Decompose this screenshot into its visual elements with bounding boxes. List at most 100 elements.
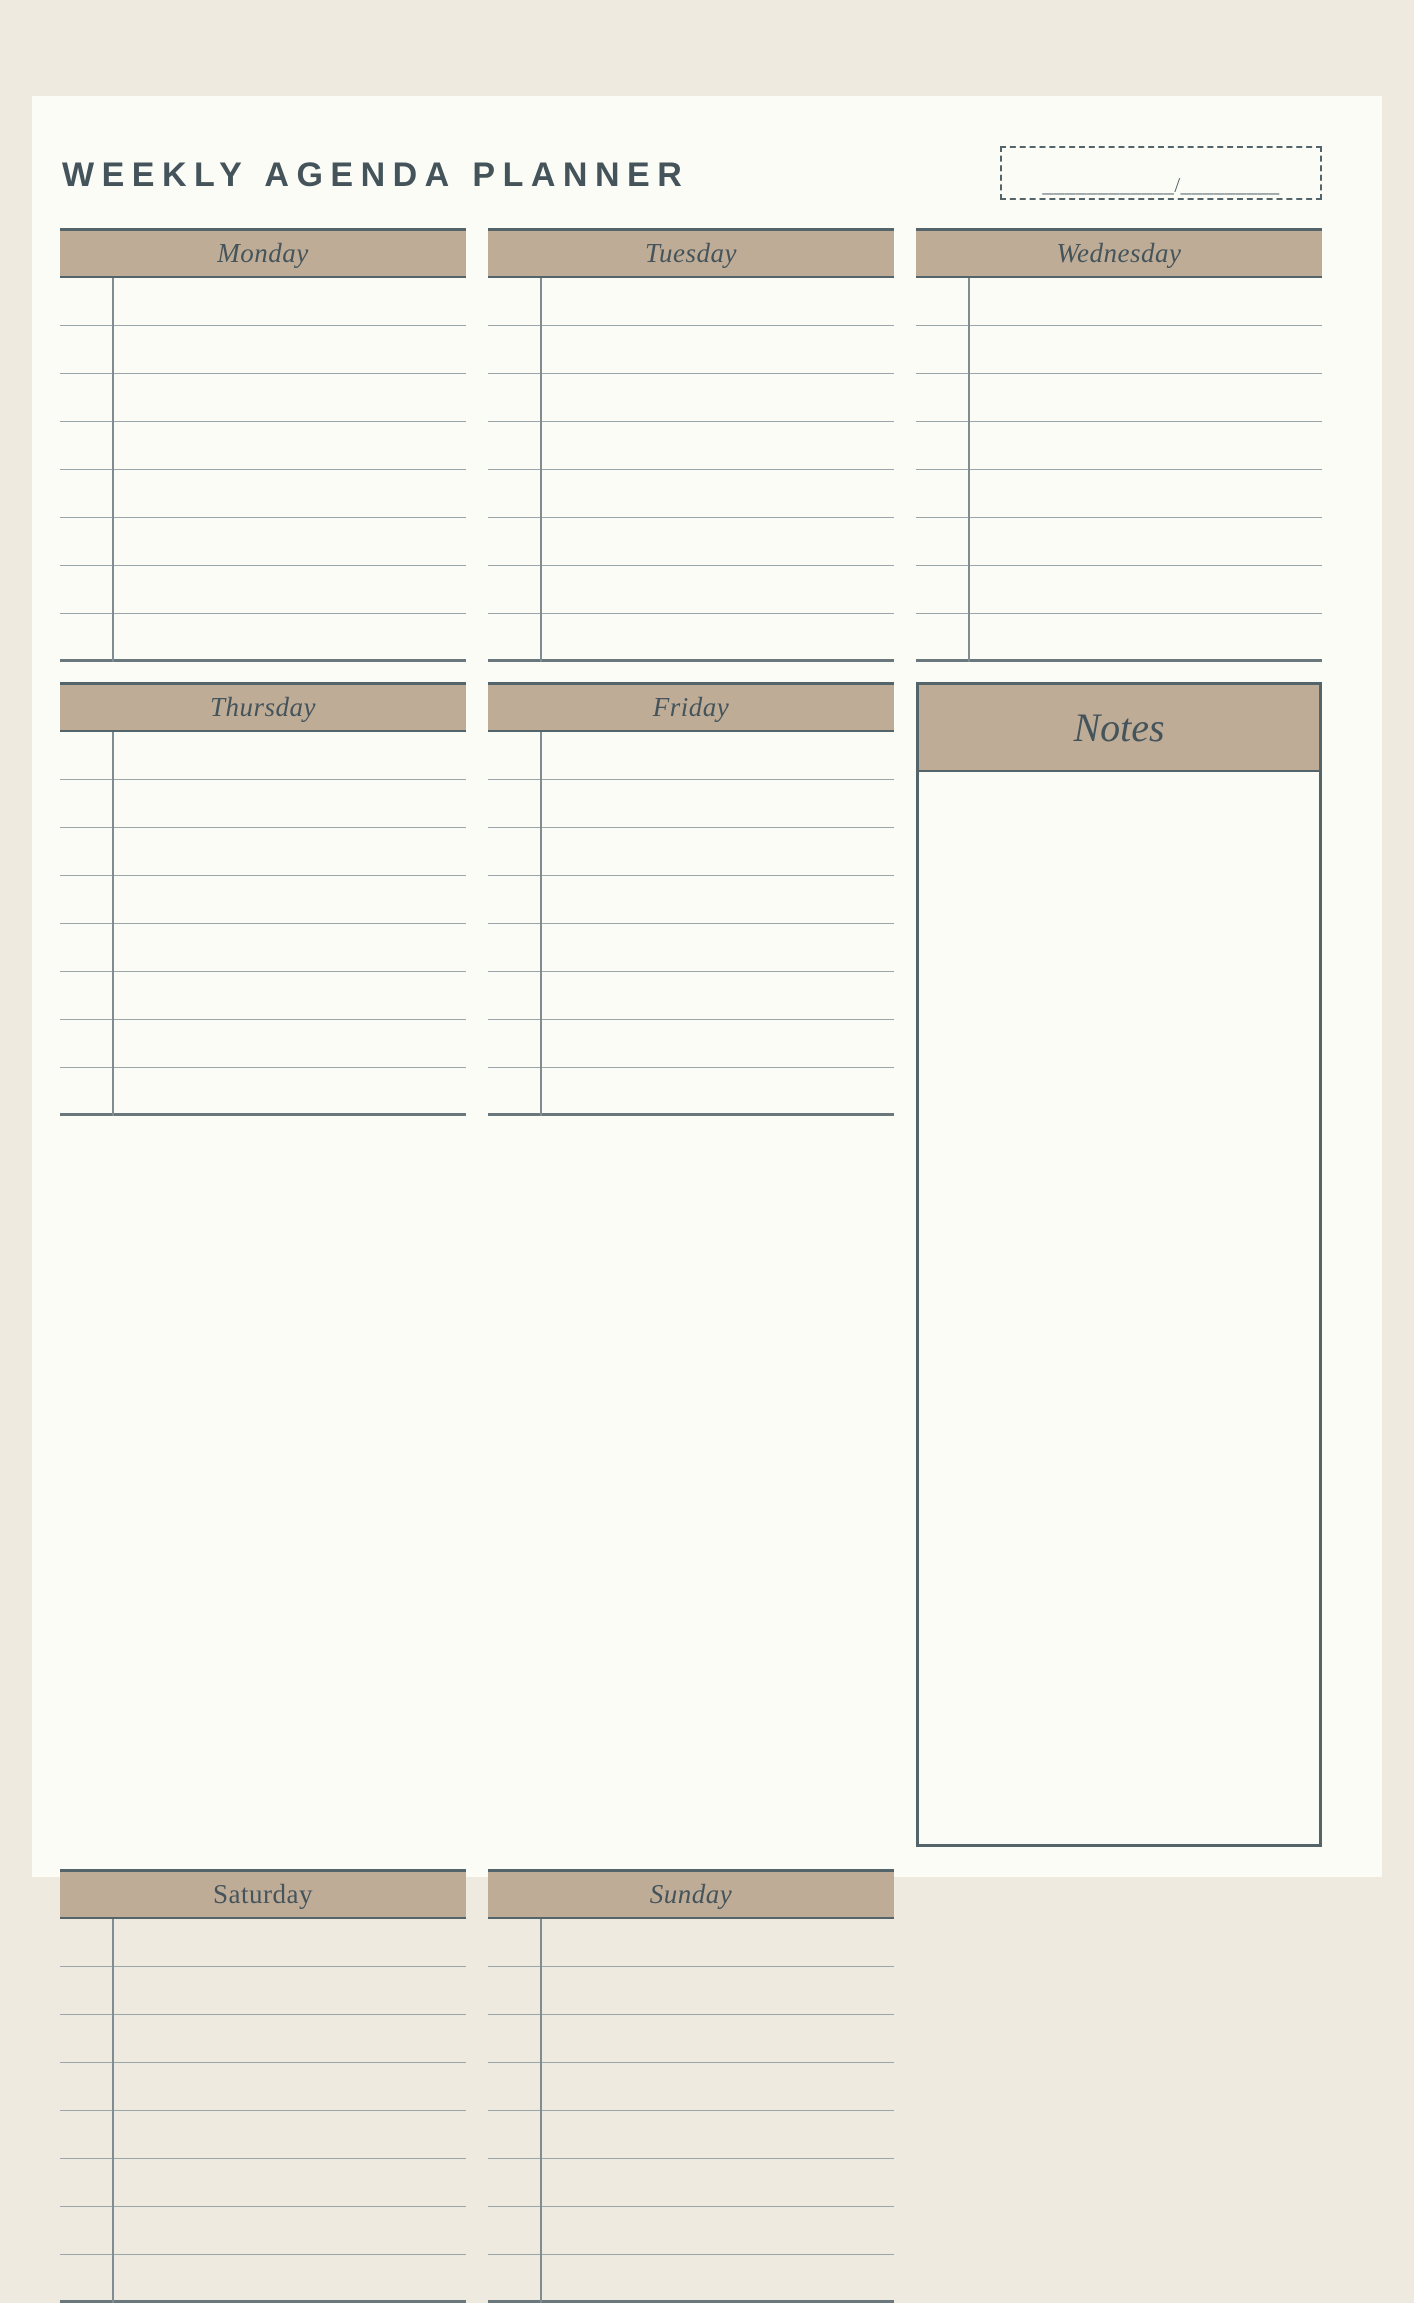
agenda-line[interactable]	[60, 374, 466, 422]
page-header: WEEKLY AGENDA PLANNER ____________/_____…	[60, 132, 1322, 228]
agenda-line[interactable]	[488, 614, 894, 662]
agenda-line[interactable]	[60, 2111, 466, 2159]
day-header-saturday: Saturday	[60, 1869, 466, 1919]
agenda-line[interactable]	[916, 614, 1322, 662]
agenda-line[interactable]	[488, 2015, 894, 2063]
agenda-line[interactable]	[488, 972, 894, 1020]
day-label-tuesday: Tuesday	[644, 238, 737, 268]
agenda-line[interactable]	[488, 566, 894, 614]
day-header-wednesday: Wednesday	[916, 228, 1322, 278]
row-spacer	[60, 662, 1322, 682]
planner-sheet: WEEKLY AGENDA PLANNER ____________/_____…	[60, 132, 1322, 2303]
agenda-line[interactable]	[488, 374, 894, 422]
agenda-line[interactable]	[488, 2063, 894, 2111]
row-spacer	[60, 1847, 1322, 1869]
time-column-divider	[540, 278, 542, 662]
agenda-line[interactable]	[60, 780, 466, 828]
agenda-line[interactable]	[60, 972, 466, 1020]
day-header-thursday: Thursday	[60, 682, 466, 732]
notes-textarea[interactable]	[916, 772, 1322, 1847]
day-block-saturday: Saturday	[60, 1869, 466, 2303]
agenda-line[interactable]	[60, 2063, 466, 2111]
agenda-line[interactable]	[488, 326, 894, 374]
agenda-line[interactable]	[60, 278, 466, 326]
time-column-divider	[540, 1919, 542, 2303]
day-lines-sunday[interactable]	[488, 1919, 894, 2303]
date-field[interactable]: ____________/_________	[1000, 146, 1322, 200]
agenda-line[interactable]	[916, 374, 1322, 422]
time-column-divider	[112, 1919, 114, 2303]
agenda-line[interactable]	[60, 614, 466, 662]
agenda-line[interactable]	[60, 1919, 466, 1967]
agenda-line[interactable]	[60, 422, 466, 470]
agenda-line[interactable]	[60, 2207, 466, 2255]
agenda-line[interactable]	[488, 278, 894, 326]
day-block-sunday: Sunday	[488, 1869, 894, 2303]
notes-panel: Notes	[916, 682, 1322, 1847]
day-lines-tuesday[interactable]	[488, 278, 894, 662]
agenda-line[interactable]	[60, 2015, 466, 2063]
day-lines-monday[interactable]	[60, 278, 466, 662]
agenda-line[interactable]	[60, 470, 466, 518]
day-header-monday: Monday	[60, 228, 466, 278]
day-label-saturday: Saturday	[213, 1879, 313, 1909]
page-title: WEEKLY AGENDA PLANNER	[62, 156, 690, 194]
day-header-sunday: Sunday	[488, 1869, 894, 1919]
agenda-line[interactable]	[488, 2111, 894, 2159]
agenda-line[interactable]	[488, 876, 894, 924]
agenda-line[interactable]	[916, 518, 1322, 566]
agenda-line[interactable]	[488, 1967, 894, 2015]
agenda-line[interactable]	[60, 1967, 466, 2015]
agenda-line[interactable]	[60, 326, 466, 374]
time-column-divider	[540, 732, 542, 1116]
day-block-monday: Monday	[60, 228, 466, 662]
day-block-wednesday: Wednesday	[916, 228, 1322, 662]
week-row-2: Thursday Friday Notes	[60, 682, 1322, 1847]
agenda-line[interactable]	[916, 566, 1322, 614]
agenda-line[interactable]	[916, 470, 1322, 518]
day-label-monday: Monday	[217, 238, 309, 268]
agenda-line[interactable]	[60, 2255, 466, 2303]
agenda-line[interactable]	[60, 732, 466, 780]
agenda-line[interactable]	[488, 2207, 894, 2255]
time-column-divider	[112, 732, 114, 1116]
day-header-tuesday: Tuesday	[488, 228, 894, 278]
day-label-wednesday: Wednesday	[1056, 238, 1182, 268]
week-row-1: Monday Tuesday Wednesday	[60, 228, 1322, 662]
agenda-line[interactable]	[916, 422, 1322, 470]
agenda-line[interactable]	[60, 2159, 466, 2207]
agenda-line[interactable]	[60, 1068, 466, 1116]
agenda-line[interactable]	[488, 1020, 894, 1068]
agenda-line[interactable]	[488, 518, 894, 566]
agenda-line[interactable]	[916, 326, 1322, 374]
agenda-line[interactable]	[488, 1919, 894, 1967]
day-lines-thursday[interactable]	[60, 732, 466, 1116]
agenda-line[interactable]	[488, 732, 894, 780]
agenda-line[interactable]	[488, 1068, 894, 1116]
day-block-friday: Friday	[488, 682, 894, 1116]
agenda-line[interactable]	[60, 924, 466, 972]
agenda-line[interactable]	[60, 876, 466, 924]
day-lines-saturday[interactable]	[60, 1919, 466, 2303]
agenda-line[interactable]	[60, 828, 466, 876]
agenda-line[interactable]	[916, 278, 1322, 326]
week-row-3: Saturday Sunday	[60, 1869, 1322, 2303]
day-lines-wednesday[interactable]	[916, 278, 1322, 662]
agenda-line[interactable]	[488, 2159, 894, 2207]
agenda-line[interactable]	[488, 924, 894, 972]
day-header-friday: Friday	[488, 682, 894, 732]
agenda-line[interactable]	[60, 1020, 466, 1068]
time-column-divider	[112, 278, 114, 662]
agenda-line[interactable]	[60, 518, 466, 566]
day-lines-friday[interactable]	[488, 732, 894, 1116]
agenda-line[interactable]	[488, 2255, 894, 2303]
day-label-friday: Friday	[652, 692, 730, 722]
agenda-line[interactable]	[488, 828, 894, 876]
agenda-line[interactable]	[488, 470, 894, 518]
agenda-line[interactable]	[488, 422, 894, 470]
planner-page: WEEKLY AGENDA PLANNER ____________/_____…	[32, 96, 1382, 2303]
agenda-line[interactable]	[60, 566, 466, 614]
date-input-line[interactable]: ____________/_________	[1008, 175, 1314, 196]
notes-header: Notes	[916, 682, 1322, 772]
agenda-line[interactable]	[488, 780, 894, 828]
